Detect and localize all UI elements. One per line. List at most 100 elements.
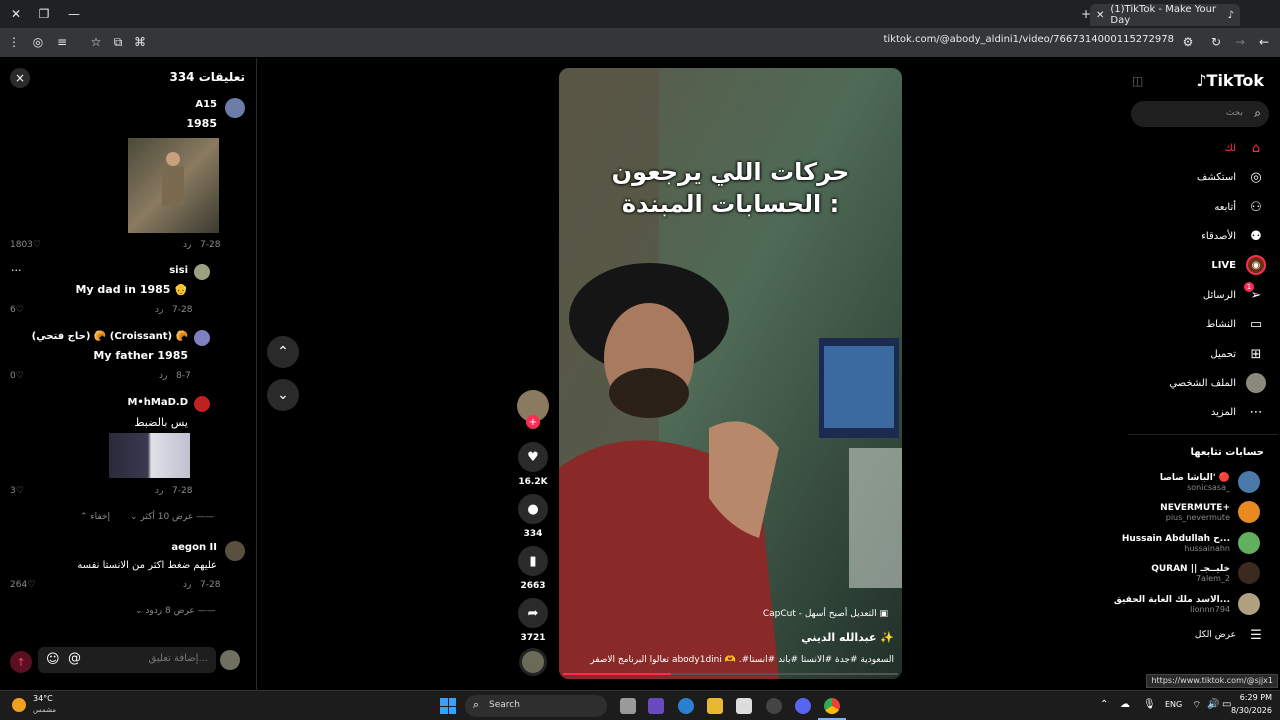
- hide-replies-button[interactable]: ⌃ إخفاء: [80, 512, 110, 522]
- comment-author[interactable]: M•hMaD.D: [127, 397, 188, 408]
- language-indicator[interactable]: ENG: [1165, 700, 1182, 709]
- comment-author[interactable]: sisi: [169, 265, 188, 276]
- sound-disc-button[interactable]: [517, 648, 549, 676]
- open-in-icon[interactable]: ⧉: [108, 32, 128, 52]
- comment-author[interactable]: aegon II: [171, 542, 217, 553]
- search-input[interactable]: ⌕ بحث: [1131, 101, 1269, 127]
- site-settings-icon[interactable]: ⚙: [1178, 32, 1198, 52]
- like-button[interactable]: ♥ 16.2K: [517, 442, 549, 487]
- progress-track[interactable]: [563, 673, 898, 675]
- forward-icon[interactable]: →: [1230, 32, 1250, 52]
- edge-icon[interactable]: [678, 698, 694, 714]
- wifi-icon[interactable]: ⌔: [1192, 699, 1201, 712]
- nav-more[interactable]: المزيد ⋯: [1211, 401, 1266, 423]
- comment-more-button[interactable]: ...: [11, 261, 22, 274]
- task-view-icon[interactable]: [620, 698, 636, 714]
- comment-button[interactable]: ● 334: [517, 494, 549, 539]
- nav-friends[interactable]: الأصدقاء ⚉: [1201, 225, 1266, 247]
- clock-time[interactable]: 6:29 PM: [1222, 693, 1272, 702]
- reply-button[interactable]: رد: [155, 486, 163, 496]
- comment-author[interactable]: (حاج فتحي) 🥐 (Croissant) 🥐: [32, 331, 188, 342]
- nav-profile[interactable]: الملف الشخصي: [1169, 372, 1266, 394]
- avatar[interactable]: [225, 541, 245, 561]
- capcut-label[interactable]: CapCut - التعديل أصبح أسهل ▣: [763, 609, 888, 619]
- reply-button[interactable]: رد: [183, 240, 191, 250]
- taskbar-search[interactable]: ⌕ Search: [465, 695, 607, 717]
- clock-date[interactable]: 8/30/2026: [1222, 706, 1272, 715]
- close-window-icon[interactable]: ✕: [6, 4, 26, 24]
- file-explorer-icon[interactable]: [707, 698, 723, 714]
- discord-icon[interactable]: [795, 698, 811, 714]
- weather-sun-icon[interactable]: [12, 698, 26, 712]
- restore-window-icon[interactable]: ❐: [34, 4, 54, 24]
- comment-image[interactable]: [128, 138, 219, 233]
- send-button[interactable]: ↑: [10, 651, 32, 673]
- share-button[interactable]: ➦ 3721: [517, 598, 549, 643]
- avatar[interactable]: [194, 264, 210, 280]
- creator-avatar-button[interactable]: +: [517, 390, 549, 429]
- avatar[interactable]: [194, 330, 210, 346]
- minimize-window-icon[interactable]: —: [64, 4, 84, 24]
- collapse-sidebar-icon[interactable]: ◫: [1132, 74, 1143, 88]
- reload-icon[interactable]: ↻: [1206, 32, 1226, 52]
- follow-plus-icon[interactable]: +: [526, 415, 540, 429]
- following-account[interactable]: الباشا صاصا' 🔴 sonicsasa_: [1160, 471, 1260, 493]
- nav-for-you[interactable]: لك ⌂: [1225, 137, 1266, 159]
- nav-messages[interactable]: الرسائل ➢ 1: [1203, 282, 1266, 306]
- menu-icon[interactable]: ⋮: [4, 32, 24, 52]
- video-author[interactable]: عبدالله الديني ✨: [801, 631, 894, 644]
- see-all-button[interactable]: عرض الكل ☰: [1195, 624, 1266, 646]
- widgets-icon[interactable]: [648, 698, 664, 714]
- like-count[interactable]: 3♡: [10, 486, 24, 496]
- like-count[interactable]: 0♡: [10, 371, 24, 381]
- bookmark-star-icon[interactable]: ☆: [86, 32, 106, 52]
- like-count[interactable]: 6♡: [10, 305, 24, 315]
- show-replies-button[interactable]: ⌄ عرض 8 ردود ——: [135, 606, 216, 616]
- nav-explore[interactable]: استكشف ◎: [1197, 166, 1266, 188]
- avatar[interactable]: [194, 396, 210, 412]
- following-account[interactable]: NEVERMUTE+ pius_nevermute: [1160, 501, 1260, 523]
- back-icon[interactable]: ←: [1254, 32, 1274, 52]
- translate-icon[interactable]: ⌘: [130, 32, 150, 52]
- reply-button[interactable]: رد: [183, 580, 191, 590]
- save-button[interactable]: ▮ 2663: [517, 546, 549, 591]
- volume-icon[interactable]: 🔊: [1207, 699, 1219, 710]
- url-field[interactable]: tiktok.com/@abody_aldini1/video/76673140…: [883, 34, 1174, 45]
- app-icon[interactable]: [766, 698, 782, 714]
- video-player[interactable]: حركات اللي يرجعون الحسابات المبندة : Cap…: [559, 68, 902, 679]
- store-icon[interactable]: [736, 698, 752, 714]
- comment-image[interactable]: [109, 433, 190, 478]
- reply-button[interactable]: رد: [159, 371, 167, 381]
- comment-input[interactable]: ☺ @ إضافة تعليق...: [38, 647, 216, 673]
- nav-upload[interactable]: تحميل ⊞: [1210, 343, 1266, 365]
- following-account[interactable]: الاسد ملك الغابة الحقيق... lionnn794: [1114, 593, 1260, 615]
- avatar[interactable]: [225, 98, 245, 118]
- following-account[interactable]: Hussain Abdullah ح... hussainahn: [1122, 532, 1260, 554]
- previous-video-button[interactable]: ⌃: [267, 336, 299, 368]
- nav-live[interactable]: LIVE ◉: [1211, 254, 1266, 276]
- next-video-button[interactable]: ⌄: [267, 379, 299, 411]
- comment-author[interactable]: A15: [195, 99, 217, 110]
- microphone-icon[interactable]: 🎙: [1143, 699, 1156, 710]
- like-count[interactable]: 1803♡: [10, 240, 41, 250]
- profile-icon[interactable]: ◎: [28, 32, 48, 52]
- following-account[interactable]: QURAN || خليــجـ 7alem_2: [1151, 562, 1260, 584]
- like-count[interactable]: 264♡: [10, 580, 35, 590]
- tune-icon[interactable]: ≡: [52, 32, 72, 52]
- tiktok-logo[interactable]: ♪TikTok: [1196, 71, 1264, 90]
- emoji-icon[interactable]: ☺: [46, 652, 60, 667]
- nav-following[interactable]: أتابعه ⚇: [1214, 196, 1266, 218]
- close-comments-button[interactable]: ×: [10, 68, 30, 88]
- windows-start-icon[interactable]: [440, 698, 456, 714]
- show-more-replies-button[interactable]: ⌄ عرض 10 أكثر ——: [130, 512, 214, 522]
- chrome-icon[interactable]: [824, 698, 840, 714]
- tab-tiktok[interactable]: ✕ (1)TikTok - Make Your Day ♪: [1090, 4, 1240, 26]
- weather-temp[interactable]: 34°C: [33, 694, 53, 703]
- mention-icon[interactable]: @: [68, 651, 81, 666]
- my-avatar[interactable]: [220, 650, 240, 670]
- nav-activity[interactable]: النشاط ▭: [1206, 313, 1266, 335]
- reply-button[interactable]: رد: [155, 305, 163, 315]
- tray-cloud-icon[interactable]: ☁: [1120, 699, 1130, 710]
- tray-chevron-icon[interactable]: ⌃: [1100, 699, 1108, 710]
- tab-close-icon[interactable]: ✕: [1096, 10, 1104, 21]
